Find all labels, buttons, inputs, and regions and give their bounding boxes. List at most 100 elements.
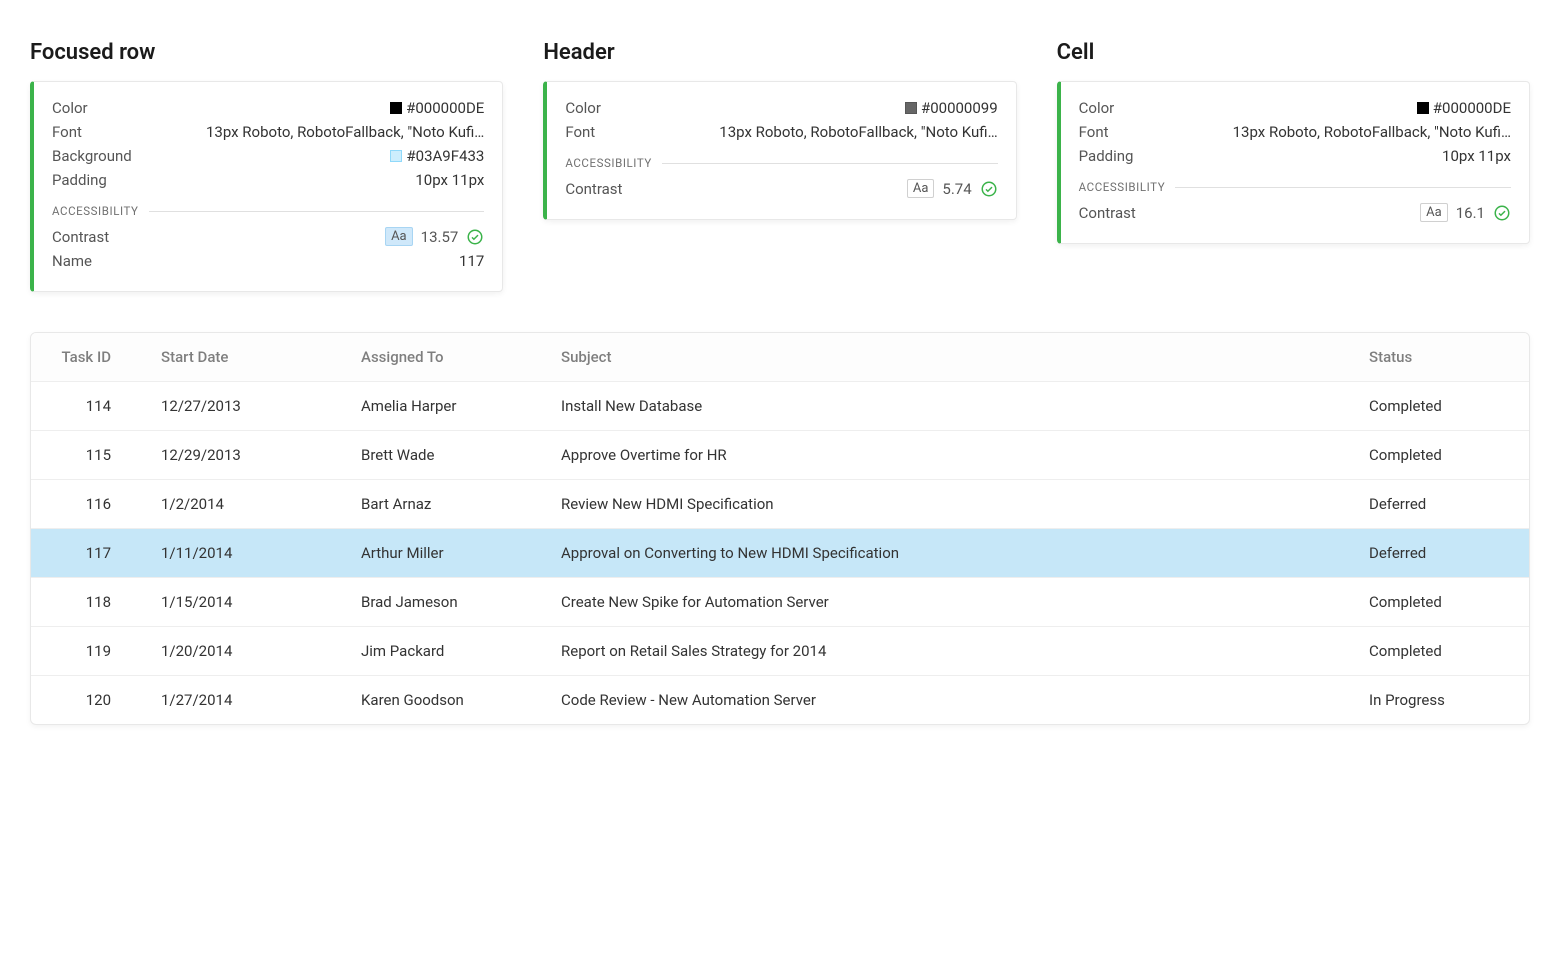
property-row: Font 13px Roboto, RobotoFallback, "Noto K…	[565, 120, 997, 144]
cell-subject[interactable]: Approval on Converting to New HDMI Speci…	[541, 529, 1349, 578]
cell-status[interactable]: Completed	[1349, 382, 1529, 431]
table-row[interactable]: 1171/11/2014Arthur MillerApproval on Con…	[31, 529, 1529, 578]
cell-assigned-to[interactable]: Karen Goodson	[341, 676, 541, 725]
property-row: Color#00000099	[565, 96, 997, 120]
cell-status[interactable]: Completed	[1349, 627, 1529, 676]
property-value: 117	[459, 252, 484, 270]
property-value: 13px Roboto, RobotoFallback, "Noto Kufi…	[719, 123, 997, 141]
cell-start-date[interactable]: 1/20/2014	[141, 627, 341, 676]
property-value-text: #03A9F433	[406, 147, 484, 165]
cell-task-id[interactable]: 118	[31, 578, 141, 627]
table-row[interactable]: 1181/15/2014Brad JamesonCreate New Spike…	[31, 578, 1529, 627]
contrast-aa-badge: Aa	[1420, 203, 1448, 222]
property-row: Font13px Roboto, RobotoFallback, "Noto K…	[1079, 120, 1511, 144]
property-value: #00000099	[905, 99, 998, 117]
cell-task-id[interactable]: 120	[31, 676, 141, 725]
cell-status[interactable]: Completed	[1349, 578, 1529, 627]
property-row: Padding10px 11px	[52, 168, 484, 192]
column-header-task-id[interactable]: Task ID	[31, 333, 141, 382]
property-label: Font	[52, 123, 82, 141]
property-value: #000000DE	[1417, 99, 1511, 117]
contrast-value: Aa 5.74	[907, 179, 998, 198]
property-value-text: #00000099	[921, 99, 998, 117]
property-row: Font 13px Roboto, RobotoFallback, "Noto K…	[52, 120, 484, 144]
color-swatch-icon	[1417, 102, 1429, 114]
property-label: Background	[52, 147, 132, 165]
accessibility-section-label: Accessibility	[1079, 180, 1511, 194]
cell-assigned-to[interactable]: Brett Wade	[341, 431, 541, 480]
cell-subject[interactable]: Create New Spike for Automation Server	[541, 578, 1349, 627]
contrast-number: 13.57	[421, 228, 459, 246]
data-grid[interactable]: Task ID Start Date Assigned To Subject S…	[30, 332, 1530, 725]
cell-assigned-to[interactable]: Jim Packard	[341, 627, 541, 676]
contrast-value: Aa 16.1	[1420, 203, 1511, 222]
inspector-card: Header Color#00000099 Font 13px Roboto, Rob…	[543, 40, 1016, 292]
cell-status[interactable]: In Progress	[1349, 676, 1529, 725]
property-row: Name 117	[52, 249, 484, 273]
card-body: Color#000000DEFont13px Roboto, RobotoFal…	[1057, 81, 1530, 244]
property-label: Font	[1079, 123, 1109, 141]
property-row: Background #03A9F433	[52, 144, 484, 168]
cell-subject[interactable]: Code Review - New Automation Server	[541, 676, 1349, 725]
cell-status[interactable]: Deferred	[1349, 529, 1529, 578]
column-header-start-date[interactable]: Start Date	[141, 333, 341, 382]
check-circle-icon	[980, 180, 998, 198]
cell-start-date[interactable]: 1/15/2014	[141, 578, 341, 627]
contrast-label: Contrast	[1079, 204, 1136, 222]
property-value: 10px 11px	[415, 171, 484, 189]
column-header-assigned-to[interactable]: Assigned To	[341, 333, 541, 382]
contrast-row: Contrast Aa 16.1	[1079, 200, 1511, 225]
contrast-number: 16.1	[1456, 204, 1485, 222]
cell-subject[interactable]: Review New HDMI Specification	[541, 480, 1349, 529]
divider	[662, 163, 998, 164]
cell-task-id[interactable]: 115	[31, 431, 141, 480]
cell-task-id[interactable]: 116	[31, 480, 141, 529]
divider	[1175, 187, 1511, 188]
property-value: #000000DE	[390, 99, 484, 117]
column-header-status[interactable]: Status	[1349, 333, 1529, 382]
cell-task-id[interactable]: 117	[31, 529, 141, 578]
cell-assigned-to[interactable]: Arthur Miller	[341, 529, 541, 578]
property-value-text: #000000DE	[406, 99, 484, 117]
table-row[interactable]: 11512/29/2013Brett WadeApprove Overtime …	[31, 431, 1529, 480]
property-value-text: #000000DE	[1433, 99, 1511, 117]
cell-assigned-to[interactable]: Brad Jameson	[341, 578, 541, 627]
contrast-label: Contrast	[565, 180, 622, 198]
property-value: 13px Roboto, RobotoFallback, "Noto Kufi…	[206, 123, 484, 141]
accessibility-section-label: Accessibility	[52, 204, 484, 218]
contrast-aa-badge: Aa	[385, 227, 413, 246]
card-title: Header	[543, 40, 1016, 65]
contrast-row: ContrastAa13.57	[52, 224, 484, 249]
contrast-number: 5.74	[942, 180, 971, 198]
table-row[interactable]: 1161/2/2014Bart ArnazReview New HDMI Spe…	[31, 480, 1529, 529]
cell-assigned-to[interactable]: Bart Arnaz	[341, 480, 541, 529]
cell-start-date[interactable]: 1/11/2014	[141, 529, 341, 578]
cell-start-date[interactable]: 12/27/2013	[141, 382, 341, 431]
cell-start-date[interactable]: 1/27/2014	[141, 676, 341, 725]
cell-assigned-to[interactable]: Amelia Harper	[341, 382, 541, 431]
cell-task-id[interactable]: 119	[31, 627, 141, 676]
card-title: Cell	[1057, 40, 1530, 65]
cell-task-id[interactable]: 114	[31, 382, 141, 431]
property-value-text: 13px Roboto, RobotoFallback, "Noto Kufi…	[719, 123, 997, 141]
color-swatch-icon	[390, 150, 402, 162]
cell-subject[interactable]: Install New Database	[541, 382, 1349, 431]
property-value: #03A9F433	[390, 147, 484, 165]
table-row[interactable]: 1191/20/2014Jim PackardReport on Retail …	[31, 627, 1529, 676]
property-label: Font	[565, 123, 595, 141]
table-row[interactable]: 11412/27/2013Amelia HarperInstall New Da…	[31, 382, 1529, 431]
card-title: Focused row	[30, 40, 503, 65]
cell-start-date[interactable]: 12/29/2013	[141, 431, 341, 480]
table-row[interactable]: 1201/27/2014Karen GoodsonCode Review - N…	[31, 676, 1529, 725]
check-circle-icon	[466, 228, 484, 246]
cell-status[interactable]: Completed	[1349, 431, 1529, 480]
contrast-row: Contrast Aa 5.74	[565, 176, 997, 201]
cell-subject[interactable]: Report on Retail Sales Strategy for 2014	[541, 627, 1349, 676]
cell-subject[interactable]: Approve Overtime for HR	[541, 431, 1349, 480]
cell-start-date[interactable]: 1/2/2014	[141, 480, 341, 529]
property-label: Name	[52, 252, 92, 270]
column-header-subject[interactable]: Subject	[541, 333, 1349, 382]
cell-status[interactable]: Deferred	[1349, 480, 1529, 529]
contrast-aa-badge: Aa	[907, 179, 935, 198]
property-value-text: 10px 11px	[415, 171, 484, 189]
